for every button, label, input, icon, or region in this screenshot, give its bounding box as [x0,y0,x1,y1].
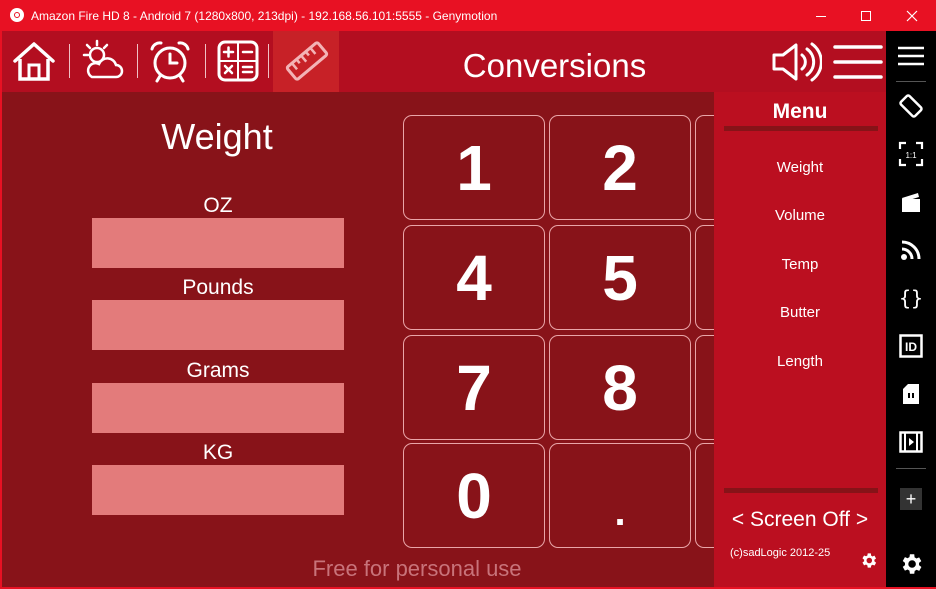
genymotion-toolbar: 1:1 {} ID + [886,31,936,587]
pounds-input[interactable] [92,300,344,350]
pixel-perfect-button[interactable]: 1:1 [891,134,931,174]
number-keypad: 1 2 4 5 7 8 0 . [402,113,837,553]
menu-item-length[interactable]: Length [714,353,886,370]
app-screen: Conversions Weight OZ Pounds Grams KG 1 … [2,31,886,587]
cast-button[interactable] [891,230,931,270]
maximize-icon [861,10,871,21]
key-2[interactable]: 2 [549,115,691,220]
ruler-icon[interactable] [285,39,329,83]
window-titlebar[interactable]: Amazon Fire HD 8 - Android 7 (1280x800, … [0,0,936,31]
grams-input[interactable] [92,383,344,433]
cast-icon [901,240,921,260]
menu-item-volume[interactable]: Volume [714,207,886,224]
close-button[interactable] [889,0,935,31]
api-button[interactable]: {} [891,278,931,318]
minimize-button[interactable] [798,0,844,31]
menu-title: Menu [772,100,828,123]
maximize-button[interactable] [843,0,889,31]
key-1[interactable]: 1 [403,115,545,220]
rotate-button[interactable] [891,86,931,126]
capture-button[interactable] [891,182,931,222]
device-id-button[interactable]: ID [891,326,931,366]
section-title: Weight [161,116,273,157]
toolbar-divider [896,81,926,82]
watermark-text: Free for personal use [312,556,522,581]
screen-off-toggle[interactable]: < Screen Off > [714,508,886,532]
home-icon[interactable] [12,39,56,83]
key-decimal[interactable]: . [549,443,691,548]
menu-item-butter[interactable]: Butter [714,304,886,321]
api-icon: {} [898,286,924,310]
svg-text:1:1: 1:1 [905,151,917,160]
menu-divider [724,488,878,493]
pixel-perfect-icon: 1:1 [898,141,924,167]
settings-button[interactable] [891,544,931,584]
media-icon [899,431,923,453]
nav-divider [137,44,138,78]
calculator-icon[interactable] [216,39,260,83]
close-icon [906,10,918,21]
weather-icon[interactable] [80,39,124,83]
genymotion-icon [10,8,24,22]
alarm-clock-icon[interactable] [148,39,192,83]
add-button[interactable]: + [891,479,931,519]
app-title: Conversions [462,47,647,84]
key-8[interactable]: 8 [549,335,691,440]
copyright-text: (c)sadLogic 2012-25 [730,547,831,559]
oz-input[interactable] [92,218,344,268]
settings-icon [902,554,922,574]
media-button[interactable] [891,422,931,462]
nav-divider [69,44,70,78]
key-4[interactable]: 4 [403,225,545,330]
field-label-pounds: Pounds [182,276,254,299]
capture-icon [902,193,920,212]
key-7[interactable]: 7 [403,335,545,440]
field-label-grams: Grams [186,359,250,382]
menu-item-temp[interactable]: Temp [714,256,886,273]
toolbar-menu-button[interactable] [891,36,931,76]
field-label-oz: OZ [203,194,233,217]
hamburger-menu-icon[interactable] [833,43,883,81]
emulator-window: Amazon Fire HD 8 - Android 7 (1280x800, … [0,0,936,589]
svg-text:ID: ID [905,340,917,354]
nav-divider [205,44,206,78]
toolbar-divider [896,468,926,469]
side-menu: Menu Weight Volume Temp Butter Length < … [714,92,886,587]
device-id-icon: ID [899,334,923,358]
key-5[interactable]: 5 [549,225,691,330]
rotate-icon [899,94,923,118]
field-label-kg: KG [202,441,234,464]
sd-card-icon [903,384,919,404]
kg-input[interactable] [92,465,344,515]
nav-divider [268,44,269,78]
gear-icon[interactable] [859,551,878,570]
menu-icon [898,46,924,66]
key-0[interactable]: 0 [403,443,545,548]
menu-divider [724,126,878,131]
add-icon: + [900,488,922,510]
speaker-icon[interactable] [770,41,822,83]
sd-card-button[interactable] [891,374,931,414]
minimize-icon [816,15,826,17]
app-topbar: Conversions [2,31,886,92]
converter-panel: Weight OZ Pounds Grams KG [2,92,402,587]
menu-item-weight[interactable]: Weight [714,159,886,176]
window-title: Amazon Fire HD 8 - Android 7 (1280x800, … [31,9,498,23]
